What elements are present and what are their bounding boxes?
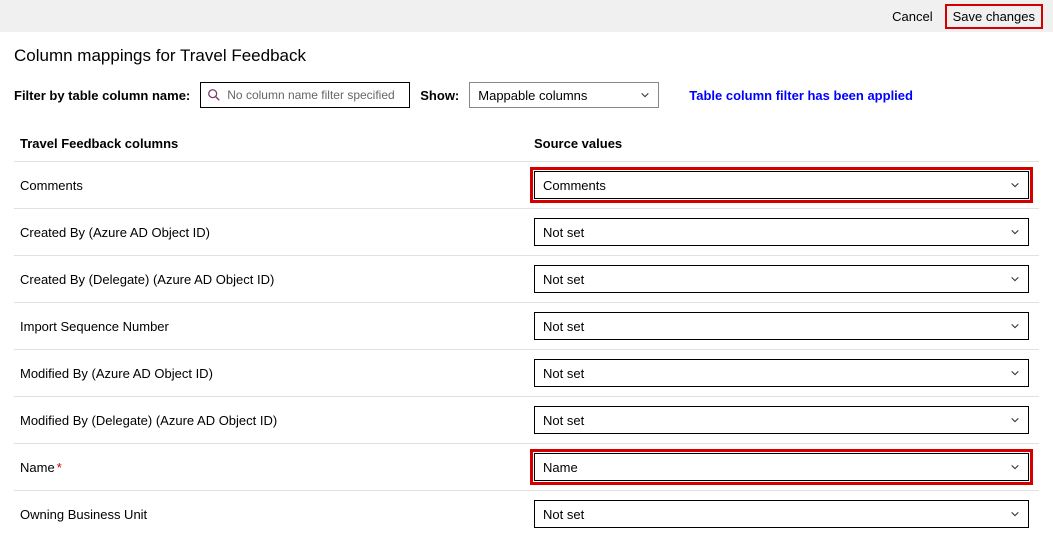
chevron-down-icon	[1010, 227, 1020, 237]
row-label: Comments	[14, 178, 534, 193]
chevron-down-icon	[1010, 462, 1020, 472]
source-value-text: Not set	[543, 225, 584, 240]
header-right: Source values	[534, 136, 1039, 151]
chevron-down-icon	[1010, 509, 1020, 519]
table-row: Import Sequence Number Not set	[14, 302, 1039, 349]
required-star-icon: *	[57, 460, 62, 475]
chevron-down-icon	[1010, 274, 1020, 284]
table-row: Owning Business Unit Not set	[14, 490, 1039, 537]
row-label: Modified By (Delegate) (Azure AD Object …	[14, 413, 534, 428]
row-label: Owning Business Unit	[14, 507, 534, 522]
row-label: Created By (Delegate) (Azure AD Object I…	[14, 272, 534, 287]
table-row: Created By (Delegate) (Azure AD Object I…	[14, 255, 1039, 302]
filter-input[interactable]: No column name filter specified	[200, 82, 410, 108]
filter-status: Table column filter has been applied	[689, 88, 913, 103]
table-row: Modified By (Delegate) (Azure AD Object …	[14, 396, 1039, 443]
source-value-text: Name	[543, 460, 578, 475]
source-value-select[interactable]: Not set	[534, 265, 1029, 293]
chevron-down-icon	[640, 90, 650, 100]
source-value-select[interactable]: Not set	[534, 406, 1029, 434]
source-value-select[interactable]: Comments	[534, 171, 1029, 199]
chevron-down-icon	[1010, 415, 1020, 425]
filter-row: Filter by table column name: No column n…	[14, 82, 1039, 108]
source-value-text: Not set	[543, 413, 584, 428]
table-row: Modified By (Azure AD Object ID) Not set	[14, 349, 1039, 396]
source-value-text: Not set	[543, 366, 584, 381]
cancel-button[interactable]: Cancel	[886, 6, 938, 27]
topbar: Cancel Save changes	[0, 0, 1053, 32]
chevron-down-icon	[1010, 180, 1020, 190]
table-row: Comments Comments	[14, 161, 1039, 208]
source-value-text: Comments	[543, 178, 606, 193]
source-value-text: Not set	[543, 507, 584, 522]
source-value-select[interactable]: Name	[534, 453, 1029, 481]
save-changes-button[interactable]: Save changes	[945, 4, 1043, 29]
source-value-text: Not set	[543, 319, 584, 334]
page-title: Column mappings for Travel Feedback	[14, 46, 1039, 66]
row-label: Import Sequence Number	[14, 319, 534, 334]
table-row: Name* Name	[14, 443, 1039, 490]
chevron-down-icon	[1010, 321, 1020, 331]
search-icon	[207, 88, 221, 102]
row-label: Modified By (Azure AD Object ID)	[14, 366, 534, 381]
chevron-down-icon	[1010, 368, 1020, 378]
content-area: Column mappings for Travel Feedback Filt…	[0, 32, 1053, 537]
source-value-select[interactable]: Not set	[534, 218, 1029, 246]
show-select[interactable]: Mappable columns	[469, 82, 659, 108]
source-value-select[interactable]: Not set	[534, 500, 1029, 528]
table-row: Created By (Azure AD Object ID) Not set	[14, 208, 1039, 255]
filter-label: Filter by table column name:	[14, 88, 190, 103]
mapping-table: Travel Feedback columns Source values Co…	[14, 128, 1039, 537]
source-value-text: Not set	[543, 272, 584, 287]
table-header: Travel Feedback columns Source values	[14, 128, 1039, 161]
show-select-value: Mappable columns	[478, 88, 587, 103]
header-left: Travel Feedback columns	[14, 136, 534, 151]
show-label: Show:	[420, 88, 459, 103]
source-value-select[interactable]: Not set	[534, 312, 1029, 340]
row-label: Created By (Azure AD Object ID)	[14, 225, 534, 240]
filter-placeholder: No column name filter specified	[227, 88, 394, 102]
row-label: Name*	[14, 460, 534, 475]
source-value-select[interactable]: Not set	[534, 359, 1029, 387]
